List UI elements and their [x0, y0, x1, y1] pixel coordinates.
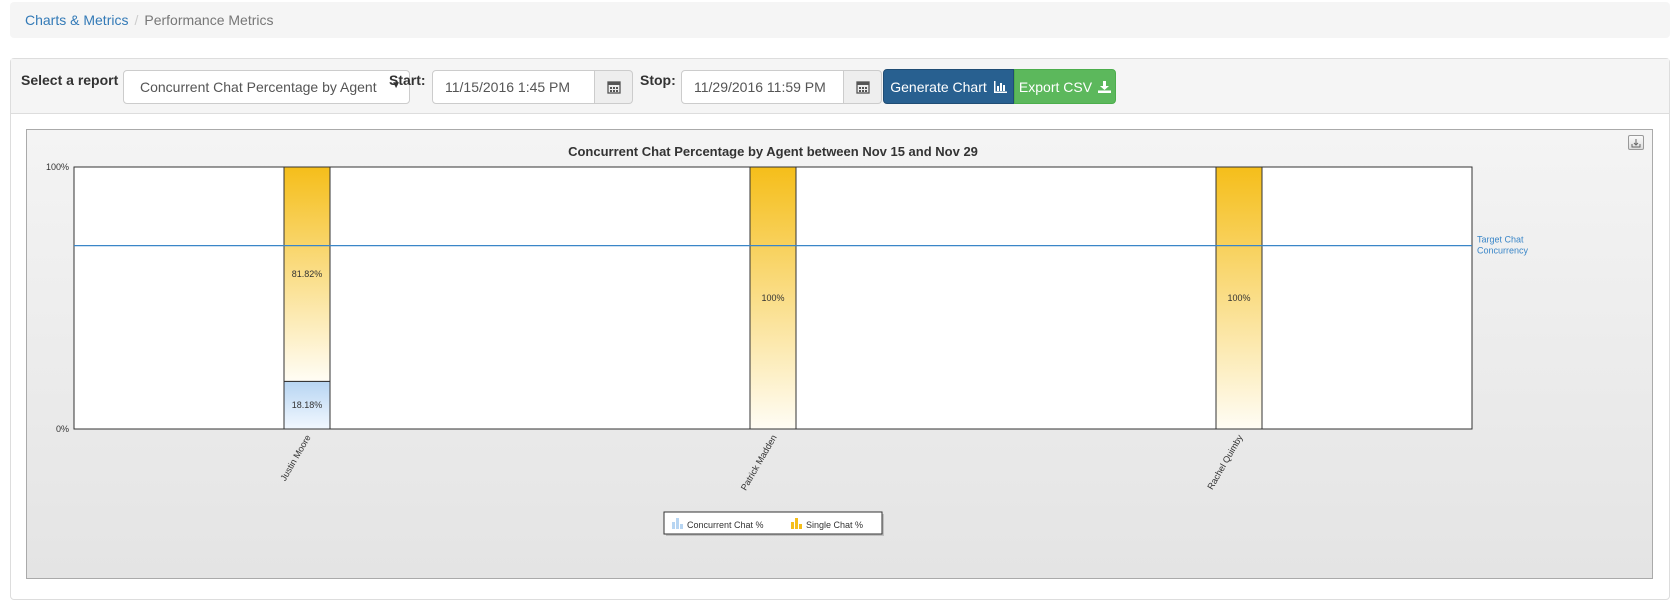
export-csv-label: Export CSV	[1018, 78, 1093, 95]
target-line-label: Concurrency	[1477, 246, 1529, 256]
start-label: Start:	[389, 72, 426, 88]
bar-chart-icon	[993, 80, 1007, 93]
legend-label: Single Chat %	[806, 520, 863, 530]
calendar-icon	[606, 81, 621, 94]
legend-icon-bar	[795, 518, 798, 529]
x-tick-label: Patrick Madden	[739, 433, 779, 492]
stop-calendar-button[interactable]	[844, 70, 882, 104]
legend-icon-bar	[672, 522, 675, 529]
chart-svg: Concurrent Chat Percentage by Agent betw…	[46, 144, 1529, 536]
download-chart-icon	[1631, 138, 1641, 147]
chart-download-button[interactable]	[1628, 135, 1644, 150]
data-label: 18.18%	[292, 400, 323, 410]
legend-icon-bar	[676, 518, 679, 529]
export-csv-button[interactable]: Export CSV	[1014, 69, 1116, 104]
breadcrumb-charts-metrics[interactable]: Charts & Metrics	[25, 12, 128, 28]
legend-icon-bar	[680, 524, 683, 529]
y-tick-label: 100%	[46, 162, 69, 172]
data-label: 81.82%	[292, 269, 323, 279]
data-label: 100%	[1227, 293, 1250, 303]
report-select-label: Select a report	[21, 72, 119, 88]
start-calendar-button[interactable]	[595, 70, 633, 104]
stop-date-value: 11/29/2016 11:59 PM	[694, 79, 826, 95]
download-icon	[1098, 80, 1112, 93]
generate-chart-button[interactable]: Generate Chart	[883, 69, 1014, 104]
report-toolbar: Select a report Concurrent Chat Percenta…	[11, 59, 1669, 114]
chart-container: Concurrent Chat Percentage by Agent betw…	[26, 129, 1653, 579]
report-select[interactable]: Concurrent Chat Percentage by Agent ▼	[123, 70, 410, 104]
report-panel: Select a report Concurrent Chat Percenta…	[10, 58, 1670, 600]
stop-date-input[interactable]: 11/29/2016 11:59 PM	[681, 70, 844, 104]
generate-chart-label: Generate Chart	[890, 78, 987, 95]
start-date-value: 11/15/2016 1:45 PM	[445, 79, 571, 95]
legend-icon-bar	[791, 522, 794, 529]
data-label: 100%	[761, 293, 784, 303]
breadcrumb: Charts & Metrics / Performance Metrics	[10, 2, 1670, 38]
legend-icon-bar	[799, 524, 802, 529]
x-tick-label: Justin Moore	[278, 433, 312, 483]
x-tick-label: Rachel Quimby	[1205, 433, 1245, 492]
stop-label: Stop:	[640, 72, 676, 88]
chart-title: Concurrent Chat Percentage by Agent betw…	[568, 144, 978, 159]
target-line-label: Target Chat	[1477, 235, 1524, 245]
start-date-input[interactable]: 11/15/2016 1:45 PM	[432, 70, 595, 104]
report-select-value: Concurrent Chat Percentage by Agent	[140, 79, 377, 95]
y-tick-label: 0%	[56, 424, 69, 434]
calendar-icon	[855, 81, 870, 94]
breadcrumb-separator: /	[134, 12, 139, 28]
legend-label: Concurrent Chat %	[687, 520, 764, 530]
breadcrumb-current: Performance Metrics	[144, 12, 274, 28]
